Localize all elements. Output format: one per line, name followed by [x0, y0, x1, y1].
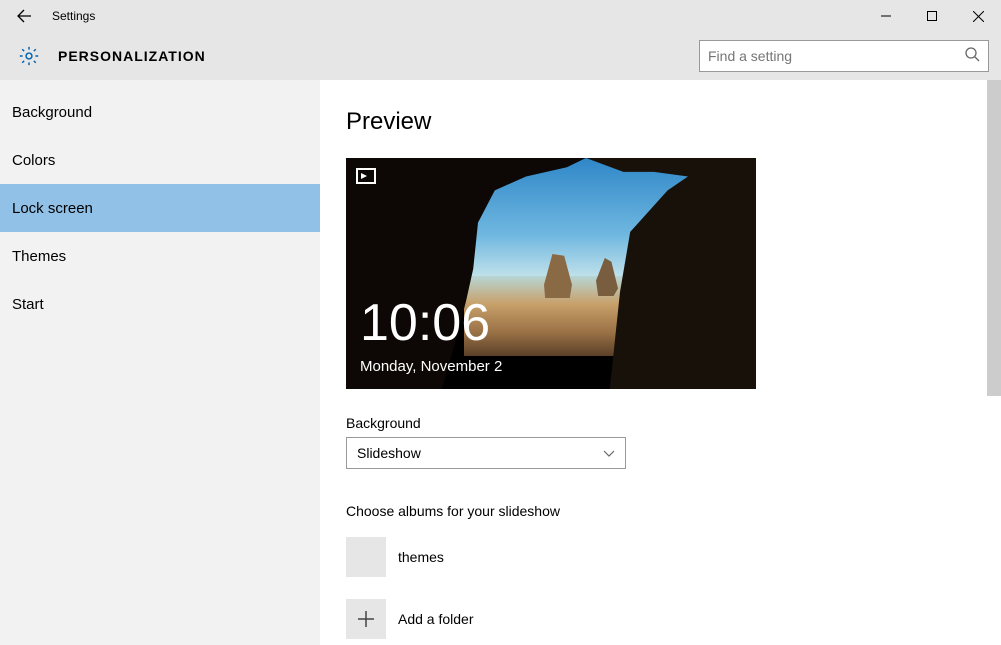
close-button[interactable] [955, 0, 1001, 32]
preview-heading: Preview [346, 108, 1001, 136]
sidebar-item-themes[interactable]: Themes [0, 232, 320, 280]
back-button[interactable] [0, 0, 48, 32]
search-box[interactable] [699, 40, 989, 72]
page-title: PERSONALIZATION [58, 48, 206, 64]
minimize-icon [881, 11, 891, 21]
sidebar-item-label: Background [12, 104, 92, 121]
album-name: themes [398, 549, 444, 565]
add-folder-button[interactable]: Add a folder [346, 595, 1001, 643]
preview-time: 10:06 [360, 297, 490, 349]
sidebar-item-label: Themes [12, 248, 66, 265]
sidebar-item-label: Lock screen [12, 200, 93, 217]
sidebar-item-colors[interactable]: Colors [0, 136, 320, 184]
preview-date: Monday, November 2 [360, 358, 502, 375]
title-bar: Settings [0, 0, 1001, 32]
window-title: Settings [48, 9, 95, 23]
lock-screen-preview: 10:06 Monday, November 2 [346, 158, 756, 389]
header: PERSONALIZATION [0, 32, 1001, 80]
add-folder-label: Add a folder [398, 611, 474, 627]
background-dropdown[interactable]: Slideshow [346, 437, 626, 469]
maximize-icon [927, 11, 937, 21]
search-input[interactable] [708, 48, 964, 64]
album-thumbnail [346, 537, 386, 577]
sidebar-item-label: Start [12, 296, 44, 313]
sidebar: Background Colors Lock screen Themes Sta… [0, 80, 320, 645]
add-folder-thumb [346, 599, 386, 639]
dropdown-value: Slideshow [357, 445, 421, 461]
back-arrow-icon [16, 8, 32, 24]
scrollbar-thumb[interactable] [987, 80, 1001, 396]
sidebar-item-label: Colors [12, 152, 55, 169]
sidebar-item-lock-screen[interactable]: Lock screen [0, 184, 320, 232]
maximize-button[interactable] [909, 0, 955, 32]
sidebar-item-start[interactable]: Start [0, 280, 320, 328]
slideshow-badge-icon [356, 168, 376, 184]
sidebar-item-background[interactable]: Background [0, 88, 320, 136]
plus-icon [357, 610, 375, 628]
album-item[interactable]: themes [346, 533, 1001, 581]
content-pane: Preview 10:06 Monday, November 2 Backgro… [320, 80, 1001, 645]
albums-heading: Choose albums for your slideshow [346, 503, 1001, 519]
search-icon [964, 46, 980, 67]
chevron-down-icon [603, 447, 615, 459]
minimize-button[interactable] [863, 0, 909, 32]
gear-icon [18, 45, 40, 67]
background-label: Background [346, 415, 1001, 431]
close-icon [973, 11, 984, 22]
